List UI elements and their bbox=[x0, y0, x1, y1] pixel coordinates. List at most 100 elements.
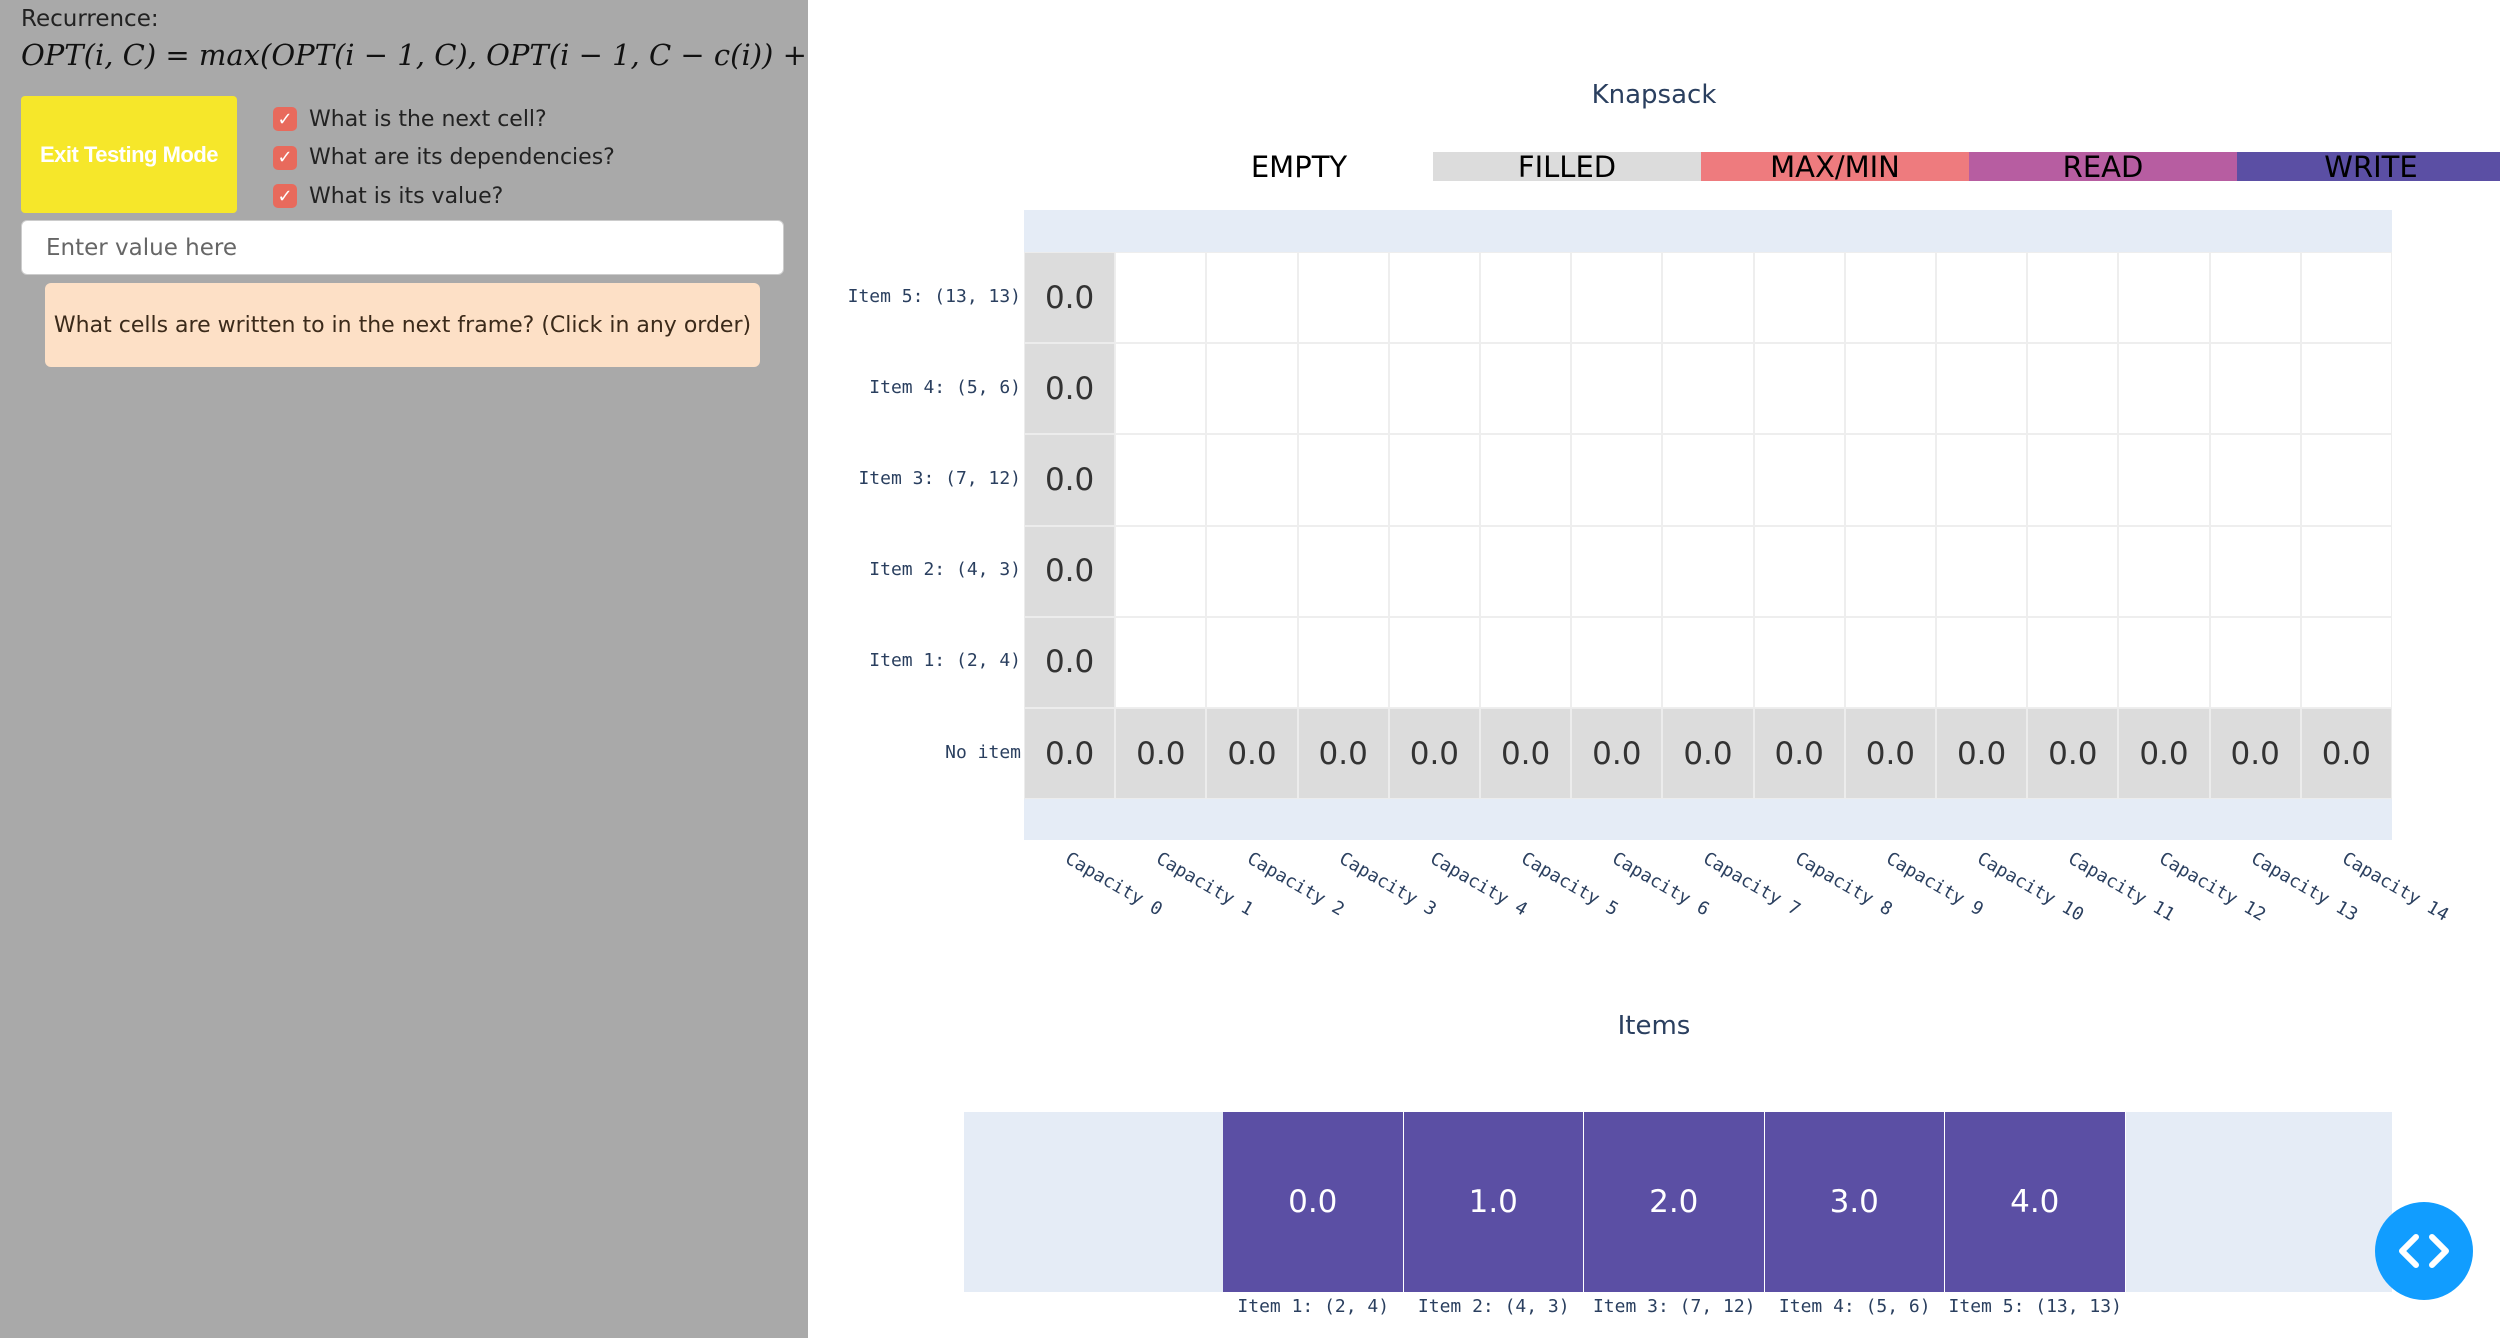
dp-cell[interactable] bbox=[1662, 616, 1754, 708]
dp-cell[interactable] bbox=[1297, 616, 1389, 708]
dp-cell[interactable] bbox=[1297, 252, 1389, 344]
dp-cell[interactable] bbox=[1388, 525, 1480, 617]
dp-cell[interactable] bbox=[1206, 252, 1298, 344]
dp-cell[interactable]: 0.0 bbox=[1024, 434, 1116, 526]
check-row-value[interactable]: ✓ What is its value? bbox=[273, 177, 615, 216]
dp-cell[interactable] bbox=[1571, 343, 1663, 435]
dp-cell[interactable] bbox=[2027, 343, 2119, 435]
dp-cell[interactable] bbox=[2027, 525, 2119, 617]
dp-cell[interactable] bbox=[1571, 434, 1663, 526]
dp-cell[interactable] bbox=[1936, 616, 2028, 708]
item-cell[interactable]: 0.0 bbox=[1223, 1112, 1404, 1292]
dp-cell[interactable] bbox=[1297, 343, 1389, 435]
dp-cell[interactable] bbox=[1753, 525, 1845, 617]
dp-cell[interactable]: 0.0 bbox=[1753, 708, 1845, 800]
item-cell[interactable]: 3.0 bbox=[1764, 1112, 1945, 1292]
dp-cell[interactable] bbox=[1844, 343, 1936, 435]
dp-cell[interactable] bbox=[2209, 434, 2301, 526]
dp-cell[interactable] bbox=[1753, 343, 1845, 435]
dp-cell[interactable] bbox=[2118, 525, 2210, 617]
dp-cell[interactable] bbox=[1388, 343, 1480, 435]
dp-cell[interactable] bbox=[1297, 434, 1389, 526]
value-input[interactable] bbox=[21, 220, 784, 275]
dp-cell[interactable] bbox=[2209, 252, 2301, 344]
dp-cell[interactable] bbox=[2300, 616, 2392, 708]
dp-cell[interactable] bbox=[1388, 434, 1480, 526]
checkbox-checked-icon[interactable]: ✓ bbox=[273, 184, 297, 209]
dp-cell[interactable] bbox=[1662, 252, 1754, 344]
dp-cell[interactable] bbox=[2300, 252, 2392, 344]
dp-cell[interactable] bbox=[1662, 343, 1754, 435]
dp-cell[interactable] bbox=[2027, 616, 2119, 708]
dp-cell[interactable]: 0.0 bbox=[2118, 708, 2210, 800]
dp-cell[interactable] bbox=[1115, 252, 1207, 344]
dp-cell[interactable] bbox=[1844, 434, 1936, 526]
dp-cell[interactable] bbox=[1844, 525, 1936, 617]
dp-cell[interactable] bbox=[2300, 525, 2392, 617]
checkbox-checked-icon[interactable]: ✓ bbox=[273, 145, 297, 170]
dp-cell[interactable] bbox=[2209, 525, 2301, 617]
dp-cell[interactable] bbox=[1115, 525, 1207, 617]
dp-cell[interactable] bbox=[1206, 343, 1298, 435]
dp-cell[interactable] bbox=[1480, 525, 1572, 617]
dp-cell[interactable]: 0.0 bbox=[1206, 708, 1298, 800]
dp-cell[interactable] bbox=[1571, 252, 1663, 344]
dp-cell[interactable] bbox=[2300, 343, 2392, 435]
dp-cell[interactable]: 0.0 bbox=[1024, 616, 1116, 708]
dp-cell[interactable] bbox=[1206, 525, 1298, 617]
dp-cell[interactable] bbox=[2209, 616, 2301, 708]
dp-cell[interactable] bbox=[1115, 434, 1207, 526]
dp-cell[interactable] bbox=[2118, 616, 2210, 708]
dp-cell[interactable] bbox=[1571, 525, 1663, 617]
dp-cell[interactable]: 0.0 bbox=[2209, 708, 2301, 800]
dp-cell[interactable] bbox=[1936, 252, 2028, 344]
dp-cell[interactable] bbox=[2027, 434, 2119, 526]
dp-cell[interactable]: 0.0 bbox=[1936, 708, 2028, 800]
dp-cell[interactable] bbox=[1480, 343, 1572, 435]
dp-cell[interactable]: 0.0 bbox=[1571, 708, 1663, 800]
dp-cell[interactable] bbox=[2027, 252, 2119, 344]
dp-cell[interactable] bbox=[1571, 616, 1663, 708]
dp-cell[interactable]: 0.0 bbox=[1024, 525, 1116, 617]
dp-cell[interactable]: 0.0 bbox=[1662, 708, 1754, 800]
dp-cell[interactable]: 0.0 bbox=[1024, 343, 1116, 435]
item-cell[interactable]: 1.0 bbox=[1403, 1112, 1584, 1292]
dp-cell[interactable] bbox=[1844, 252, 1936, 344]
dp-cell[interactable] bbox=[1480, 434, 1572, 526]
dp-cell[interactable]: 0.0 bbox=[2300, 708, 2392, 800]
dp-cell[interactable] bbox=[1297, 525, 1389, 617]
dp-cell[interactable]: 0.0 bbox=[1024, 252, 1116, 344]
dp-cell[interactable] bbox=[1936, 343, 2028, 435]
dp-cell[interactable] bbox=[1480, 252, 1572, 344]
dp-cell[interactable] bbox=[1388, 616, 1480, 708]
dp-cell[interactable] bbox=[1936, 434, 2028, 526]
dp-cell[interactable]: 0.0 bbox=[2027, 708, 2119, 800]
dp-cell[interactable] bbox=[1753, 616, 1845, 708]
dp-cell[interactable] bbox=[1115, 616, 1207, 708]
dp-cell[interactable]: 0.0 bbox=[1297, 708, 1389, 800]
dp-cell[interactable]: 0.0 bbox=[1480, 708, 1572, 800]
dp-cell[interactable] bbox=[1844, 616, 1936, 708]
dp-cell[interactable] bbox=[2118, 343, 2210, 435]
dp-cell[interactable]: 0.0 bbox=[1024, 708, 1116, 800]
dp-cell[interactable] bbox=[1662, 434, 1754, 526]
checkbox-checked-icon[interactable]: ✓ bbox=[273, 107, 297, 132]
dp-cell[interactable] bbox=[1206, 434, 1298, 526]
dp-cell[interactable] bbox=[1753, 434, 1845, 526]
dp-cell[interactable] bbox=[2118, 434, 2210, 526]
dp-cell[interactable] bbox=[2300, 434, 2392, 526]
dp-cell[interactable] bbox=[1480, 616, 1572, 708]
dp-cell[interactable]: 0.0 bbox=[1388, 708, 1480, 800]
item-cell[interactable]: 2.0 bbox=[1584, 1112, 1765, 1292]
dp-cell[interactable] bbox=[1206, 616, 1298, 708]
code-toggle-button[interactable] bbox=[2375, 1202, 2473, 1300]
item-cell[interactable]: 4.0 bbox=[1945, 1112, 2126, 1292]
exit-testing-mode-button[interactable]: Exit Testing Mode bbox=[21, 96, 237, 213]
dp-cell[interactable] bbox=[2118, 252, 2210, 344]
dp-cell[interactable] bbox=[1753, 252, 1845, 344]
dp-cell[interactable] bbox=[2209, 343, 2301, 435]
dp-cell[interactable] bbox=[1115, 343, 1207, 435]
dp-cell[interactable] bbox=[1662, 525, 1754, 617]
check-row-next-cell[interactable]: ✓ What is the next cell? bbox=[273, 100, 615, 139]
check-row-dependencies[interactable]: ✓ What are its dependencies? bbox=[273, 139, 615, 178]
